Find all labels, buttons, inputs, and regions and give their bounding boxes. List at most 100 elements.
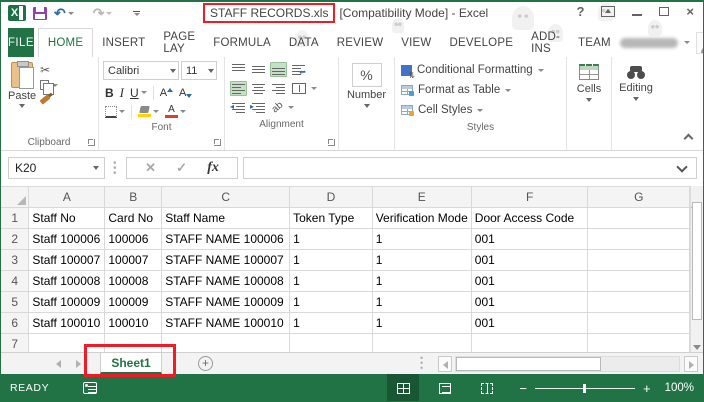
cell-A2[interactable]: Staff 100006 <box>29 229 105 250</box>
cell-E7[interactable] <box>372 334 471 353</box>
col-header-B[interactable]: B <box>105 187 162 208</box>
cut-icon[interactable]: ✂ <box>40 64 58 76</box>
paste-dropdown-icon[interactable] <box>19 104 25 108</box>
font-name-select[interactable]: Calibri <box>103 61 179 80</box>
borders-dropdown-icon[interactable] <box>119 110 125 113</box>
tab-file[interactable]: FILE <box>8 28 34 57</box>
scroll-down-icon[interactable] <box>693 345 701 350</box>
tab-develope[interactable]: DEVELOPE <box>440 28 522 57</box>
expand-formula-bar-icon[interactable] <box>676 161 687 172</box>
cell-B6[interactable]: 100010 <box>105 313 162 334</box>
user-avatar[interactable] <box>696 32 704 54</box>
cell-D6[interactable]: 1 <box>290 313 373 334</box>
col-header-E[interactable]: E <box>372 187 471 208</box>
cell-G4[interactable] <box>588 271 690 292</box>
zoom-level[interactable]: 100% <box>665 382 694 394</box>
redo-button[interactable]: ↷ <box>93 6 113 20</box>
align-center-button[interactable] <box>250 81 267 96</box>
font-color-icon[interactable]: A <box>165 105 178 118</box>
next-sheet-icon[interactable] <box>76 360 81 368</box>
orientation-button[interactable]: ab <box>270 100 285 115</box>
percent-style-button[interactable]: % <box>352 63 382 87</box>
user-account-area[interactable] <box>620 28 704 57</box>
cell-G5[interactable] <box>588 292 690 313</box>
cell-B3[interactable]: 100007 <box>105 250 162 271</box>
horizontal-scroll-thumb[interactable] <box>456 357 601 371</box>
cell-E6[interactable]: 1 <box>372 313 471 334</box>
cell-A6[interactable]: Staff 100010 <box>29 313 105 334</box>
vertical-scrollbar[interactable] <box>690 186 703 352</box>
conditional-formatting-button[interactable]: Conditional Formatting <box>395 60 566 80</box>
cell-B7[interactable] <box>105 334 162 353</box>
font-dialog-launcher-icon[interactable] <box>214 139 221 146</box>
underline-dropdown-icon[interactable] <box>141 91 147 94</box>
zoom-slider[interactable] <box>535 388 635 389</box>
row-header-1[interactable]: 1 <box>1 208 29 229</box>
scroll-left-button[interactable] <box>438 356 452 372</box>
cell-C5[interactable]: STAFF NAME 100009 <box>162 292 290 313</box>
undo-button[interactable]: ↶ <box>54 6 74 20</box>
row-header-2[interactable]: 2 <box>1 229 29 250</box>
previous-sheet-icon[interactable] <box>56 360 61 368</box>
cell-C7[interactable] <box>162 334 290 353</box>
editing-group[interactable]: Editing <box>612 57 660 150</box>
page-layout-view-button[interactable] <box>429 374 461 402</box>
tab-view[interactable]: VIEW <box>392 28 440 57</box>
select-all-corner[interactable] <box>1 187 29 208</box>
macro-record-icon[interactable] <box>83 382 97 394</box>
row-header-3[interactable]: 3 <box>1 250 29 271</box>
name-box-dropdown-icon[interactable] <box>93 166 99 170</box>
cell-G6[interactable] <box>588 313 690 334</box>
help-icon[interactable]: ? <box>576 4 584 19</box>
cell-F3[interactable]: 001 <box>471 250 588 271</box>
new-sheet-button[interactable]: + <box>198 356 213 371</box>
normal-view-button[interactable] <box>387 374 419 402</box>
col-header-C[interactable]: C <box>162 187 290 208</box>
borders-icon[interactable] <box>105 106 117 118</box>
tab-team[interactable]: TEAM <box>569 28 620 57</box>
cell-E5[interactable]: 1 <box>372 292 471 313</box>
formula-input[interactable] <box>243 157 697 179</box>
tab-insert[interactable]: INSERT <box>93 28 154 57</box>
collapse-ribbon-icon[interactable] <box>684 134 694 144</box>
col-header-F[interactable]: F <box>471 187 588 208</box>
cell-A4[interactable]: Staff 100008 <box>29 271 105 292</box>
fill-color-dropdown-icon[interactable] <box>153 110 159 113</box>
align-left-button[interactable] <box>230 81 247 96</box>
page-break-view-button[interactable] <box>471 374 503 402</box>
cell-E1[interactable]: Verification Mode <box>372 208 471 229</box>
row-header-5[interactable]: 5 <box>1 292 29 313</box>
zoom-in-button[interactable]: + <box>643 381 651 396</box>
cell-F5[interactable]: 001 <box>471 292 588 313</box>
zoom-slider-thumb[interactable] <box>583 384 586 393</box>
enter-icon[interactable]: ✓ <box>176 160 187 176</box>
cell-A7[interactable] <box>29 334 105 353</box>
undo-dropdown-icon[interactable] <box>68 12 74 15</box>
number-dropdown-icon[interactable] <box>364 104 370 108</box>
align-bottom-button[interactable] <box>270 62 287 77</box>
cell-D7[interactable] <box>290 334 373 353</box>
cell-A1[interactable]: Staff No <box>29 208 105 229</box>
tab-review[interactable]: REVIEW <box>328 28 393 57</box>
horizontal-scrollbar[interactable] <box>455 356 680 372</box>
grow-font-button[interactable]: A <box>160 87 173 99</box>
align-middle-button[interactable] <box>250 62 267 77</box>
col-header-A[interactable]: A <box>29 187 105 208</box>
cell-F4[interactable]: 001 <box>471 271 588 292</box>
cell-B4[interactable]: 100008 <box>105 271 162 292</box>
col-header-D[interactable]: D <box>290 187 373 208</box>
font-size-select[interactable]: 11 <box>181 61 217 80</box>
cell-C4[interactable]: STAFF NAME 100008 <box>162 271 290 292</box>
cell-D1[interactable]: Token Type <box>290 208 373 229</box>
cell-D3[interactable]: 1 <box>290 250 373 271</box>
cell-D2[interactable]: 1 <box>290 229 373 250</box>
cell-A5[interactable]: Staff 100009 <box>29 292 105 313</box>
cell-E3[interactable]: 1 <box>372 250 471 271</box>
align-top-button[interactable] <box>230 62 247 77</box>
cell-G1[interactable] <box>588 208 690 229</box>
cell-C6[interactable]: STAFF NAME 100010 <box>162 313 290 334</box>
wrap-text-button[interactable] <box>290 62 307 77</box>
clipboard-dialog-launcher-icon[interactable] <box>88 139 95 146</box>
format-as-table-button[interactable]: Format as Table <box>395 80 566 100</box>
formula-bar-resize-handle[interactable]: ••• <box>113 161 117 176</box>
